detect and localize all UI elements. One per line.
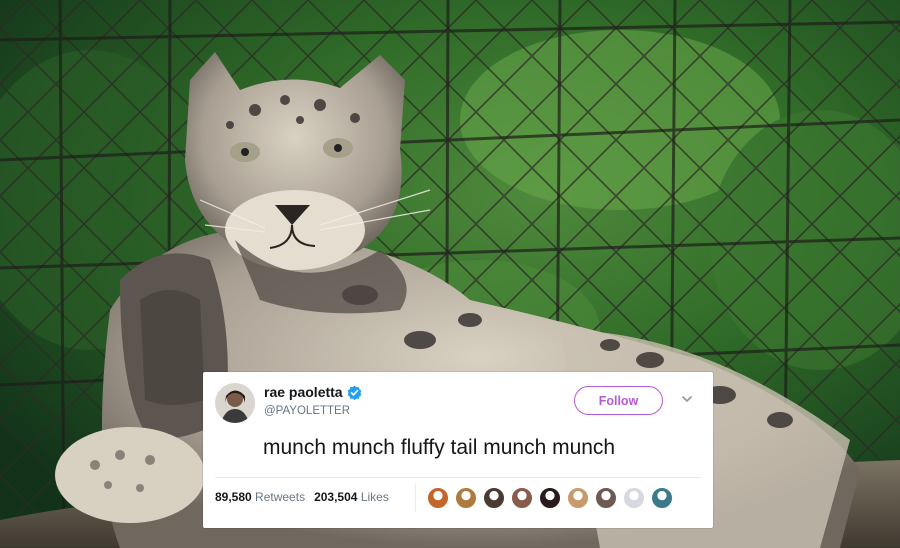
likes-count[interactable]: 203,504 — [314, 490, 357, 504]
verified-badge-icon — [347, 385, 361, 400]
likes-label[interactable]: Likes — [361, 490, 389, 504]
engagement-stats: 89,580 Retweets 203,504 Likes — [215, 490, 389, 504]
follow-button[interactable]: Follow — [574, 386, 663, 415]
liker-avatar[interactable] — [455, 487, 477, 509]
retweets-count[interactable]: 89,580 — [215, 490, 252, 504]
avatar[interactable] — [215, 383, 255, 423]
stats-separator — [415, 484, 416, 512]
author-name-row: rae paoletta — [264, 384, 362, 400]
tweet-text: munch munch fluffy tail munch munch — [263, 436, 616, 459]
tweet-card: rae paoletta @PAYOLETTER Follow munch mu… — [203, 372, 713, 528]
liker-avatar[interactable] — [623, 487, 645, 509]
liker-avatar[interactable] — [595, 487, 617, 509]
liker-avatar[interactable] — [483, 487, 505, 509]
display-name[interactable]: rae paoletta — [264, 384, 343, 400]
divider — [215, 477, 701, 478]
retweets-label[interactable]: Retweets — [255, 490, 305, 504]
chevron-down-icon[interactable] — [681, 394, 693, 404]
liker-avatar[interactable] — [567, 487, 589, 509]
liker-avatars — [427, 487, 679, 509]
liker-avatar[interactable] — [511, 487, 533, 509]
liker-avatar[interactable] — [651, 487, 673, 509]
liker-avatar[interactable] — [427, 487, 449, 509]
liker-avatar[interactable] — [539, 487, 561, 509]
handle[interactable]: @PAYOLETTER — [264, 405, 350, 417]
